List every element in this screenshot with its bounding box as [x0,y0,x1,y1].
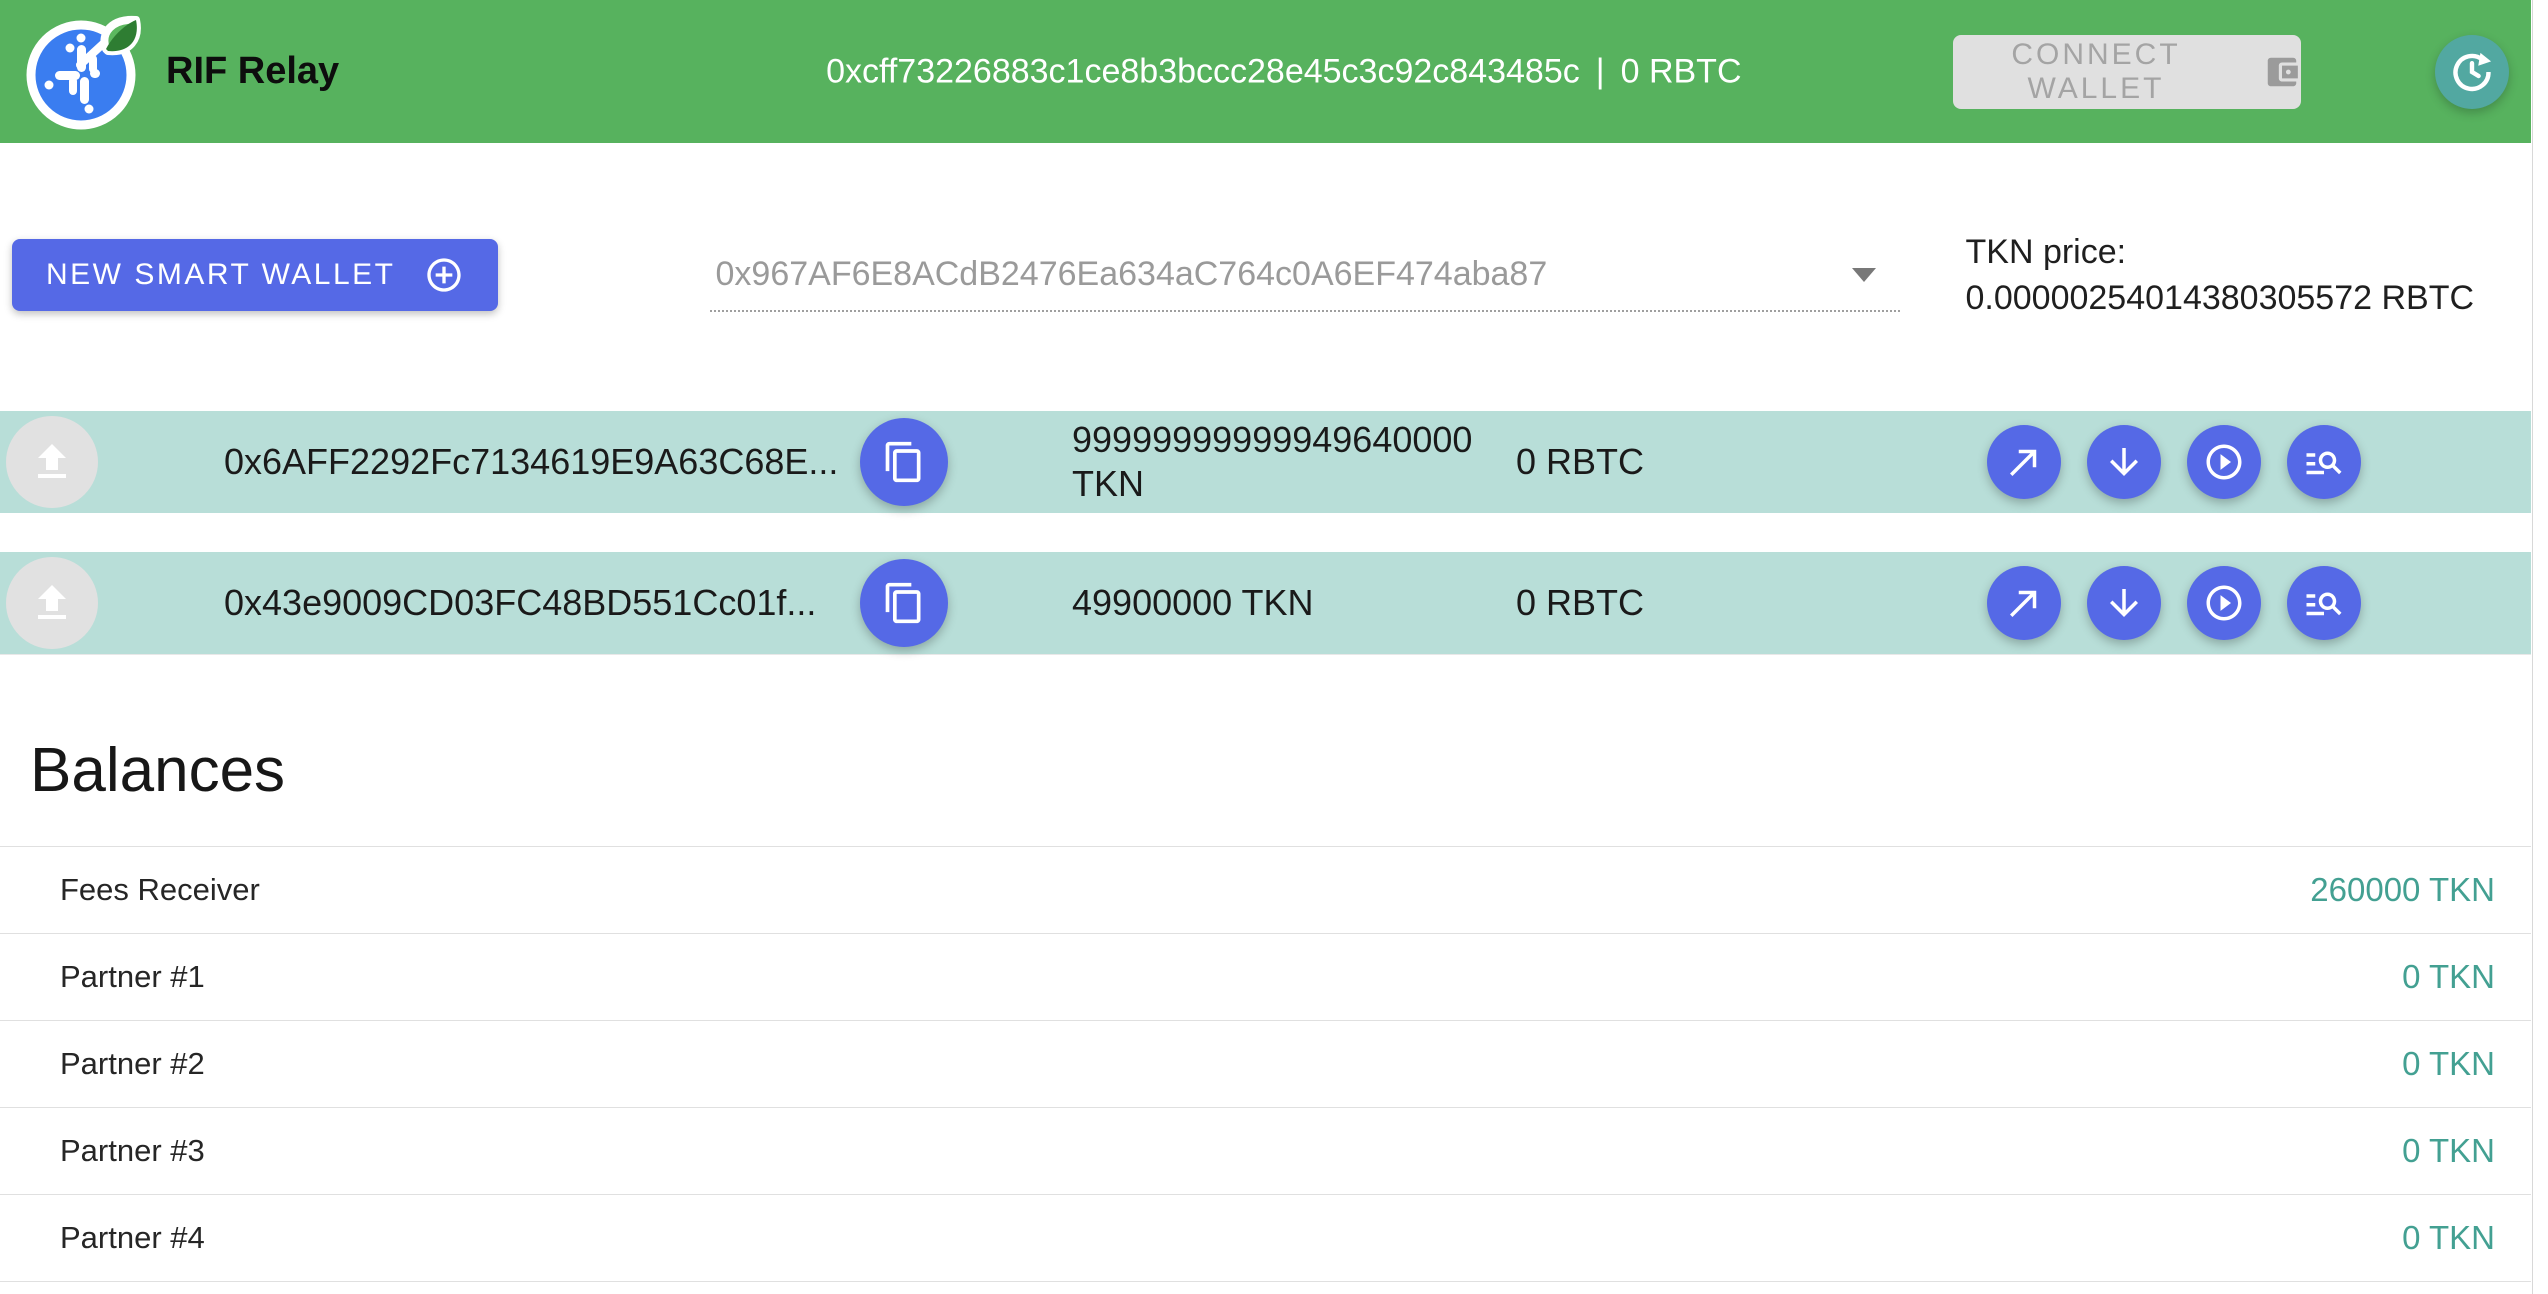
wallet-toolbar: NEW SMART WALLET 0x967AF6E8ACdB2476Ea634… [0,143,2531,321]
wallet-icon [2263,53,2301,91]
play-circle-icon [2203,441,2245,483]
copy-address-button[interactable] [860,559,948,647]
smart-wallet-address: 0x43e9009CD03FC48BD551Cc01f... [224,582,860,624]
rif-relay-page: RIF Relay 0xcff73226883c1ce8b3bccc28e45c… [0,0,2548,1294]
transfer-button[interactable] [1987,566,2061,640]
manage-search-icon [2303,441,2345,483]
balances-table: Fees Receiver 260000 TKN Partner #1 0 TK… [0,846,2531,1282]
connected-account: 0xcff73226883c1ce8b3bccc28e45c3c92c84348… [826,52,1741,91]
smart-wallet-actions [1987,566,2361,640]
smart-wallet-actions [1987,425,2361,499]
rif-logo-icon [26,13,144,131]
arrow-down-icon [2103,582,2145,624]
smart-wallet-address: 0x6AFF2292Fc7134619E9A63C68E... [224,441,860,483]
copy-icon [882,440,926,484]
balance-label: Fees Receiver [60,872,260,908]
transfer-button[interactable] [1987,425,2061,499]
receive-button[interactable] [2087,566,2161,640]
upload-icon [28,579,76,627]
account-separator: | [1596,52,1605,91]
balance-value: 0 TKN [2402,1219,2495,1257]
inspect-button[interactable] [2287,566,2361,640]
smart-wallet-token-balance: 49900000 TKN [1072,581,1502,625]
table-row: Partner #4 0 TKN [0,1195,2531,1282]
balance-label: Partner #3 [60,1133,205,1169]
chevron-down-icon [1852,268,1876,282]
smart-wallet-select-value: 0x967AF6E8ACdB2476Ea634aC764c0A6EF474aba… [710,255,1548,294]
smart-wallet-rbtc-balance: 0 RBTC [1516,582,1731,624]
balance-value: 260000 TKN [2310,871,2495,909]
balance-value: 0 TKN [2402,1045,2495,1083]
balance-value: 0 TKN [2402,1132,2495,1170]
new-smart-wallet-button[interactable]: NEW SMART WALLET [12,239,498,311]
new-smart-wallet-label: NEW SMART WALLET [46,258,396,292]
update-refresh-icon [2450,50,2494,94]
balance-label: Partner #2 [60,1046,205,1082]
receive-button[interactable] [2087,425,2161,499]
page-content: RIF Relay 0xcff73226883c1ce8b3bccc28e45c… [0,0,2531,1282]
token-price: TKN price: 0.00000254014380305572 RBTC [1966,229,2475,321]
connect-wallet-button[interactable]: CONNECT WALLET [1953,35,2301,109]
table-row: Partner #3 0 TKN [0,1108,2531,1195]
token-price-value: 0.00000254014380305572 RBTC [1966,275,2475,321]
app-header: RIF Relay 0xcff73226883c1ce8b3bccc28e45c… [0,0,2531,143]
scrollbar[interactable] [2532,0,2548,1294]
copy-address-button[interactable] [860,418,948,506]
header-actions: CONNECT WALLET [1953,35,2531,109]
connect-wallet-label: CONNECT WALLET [1953,38,2239,106]
deploy-upload-button[interactable] [6,416,98,508]
smart-wallet-row: 0x43e9009CD03FC48BD551Cc01f... 49900000 … [0,552,2531,654]
call-made-icon [2003,441,2045,483]
smart-wallet-rbtc-balance: 0 RBTC [1516,441,1731,483]
connected-account-address: 0xcff73226883c1ce8b3bccc28e45c3c92c84348… [826,52,1580,91]
execute-button[interactable] [2187,566,2261,640]
copy-icon [882,581,926,625]
balances-title: Balances [30,735,2531,806]
call-made-icon [2003,582,2045,624]
table-row: Partner #2 0 TKN [0,1021,2531,1108]
token-price-label: TKN price: [1966,229,2475,275]
app-title: RIF Relay [166,50,339,93]
inspect-button[interactable] [2287,425,2361,499]
balance-label: Partner #4 [60,1220,205,1256]
deploy-upload-button[interactable] [6,557,98,649]
connected-account-balance: 0 RBTC [1621,52,1742,91]
upload-icon [28,438,76,486]
table-row: Fees Receiver 260000 TKN [0,847,2531,934]
smart-wallet-select[interactable]: 0x967AF6E8ACdB2476Ea634aC764c0A6EF474aba… [710,238,1900,312]
play-circle-icon [2203,582,2245,624]
balance-value: 0 TKN [2402,958,2495,996]
smart-wallet-row: 0x6AFF2292Fc7134619E9A63C68E... 99999999… [0,411,2531,513]
refresh-button[interactable] [2435,35,2509,109]
balances-section: Balances Fees Receiver 260000 TKN Partne… [0,654,2531,1282]
execute-button[interactable] [2187,425,2261,499]
manage-search-icon [2303,582,2345,624]
balance-label: Partner #1 [60,959,205,995]
add-circle-icon [424,255,464,295]
smart-wallet-token-balance: 99999999999949640000 TKN [1072,418,1502,506]
arrow-down-icon [2103,441,2145,483]
table-row: Partner #1 0 TKN [0,934,2531,1021]
